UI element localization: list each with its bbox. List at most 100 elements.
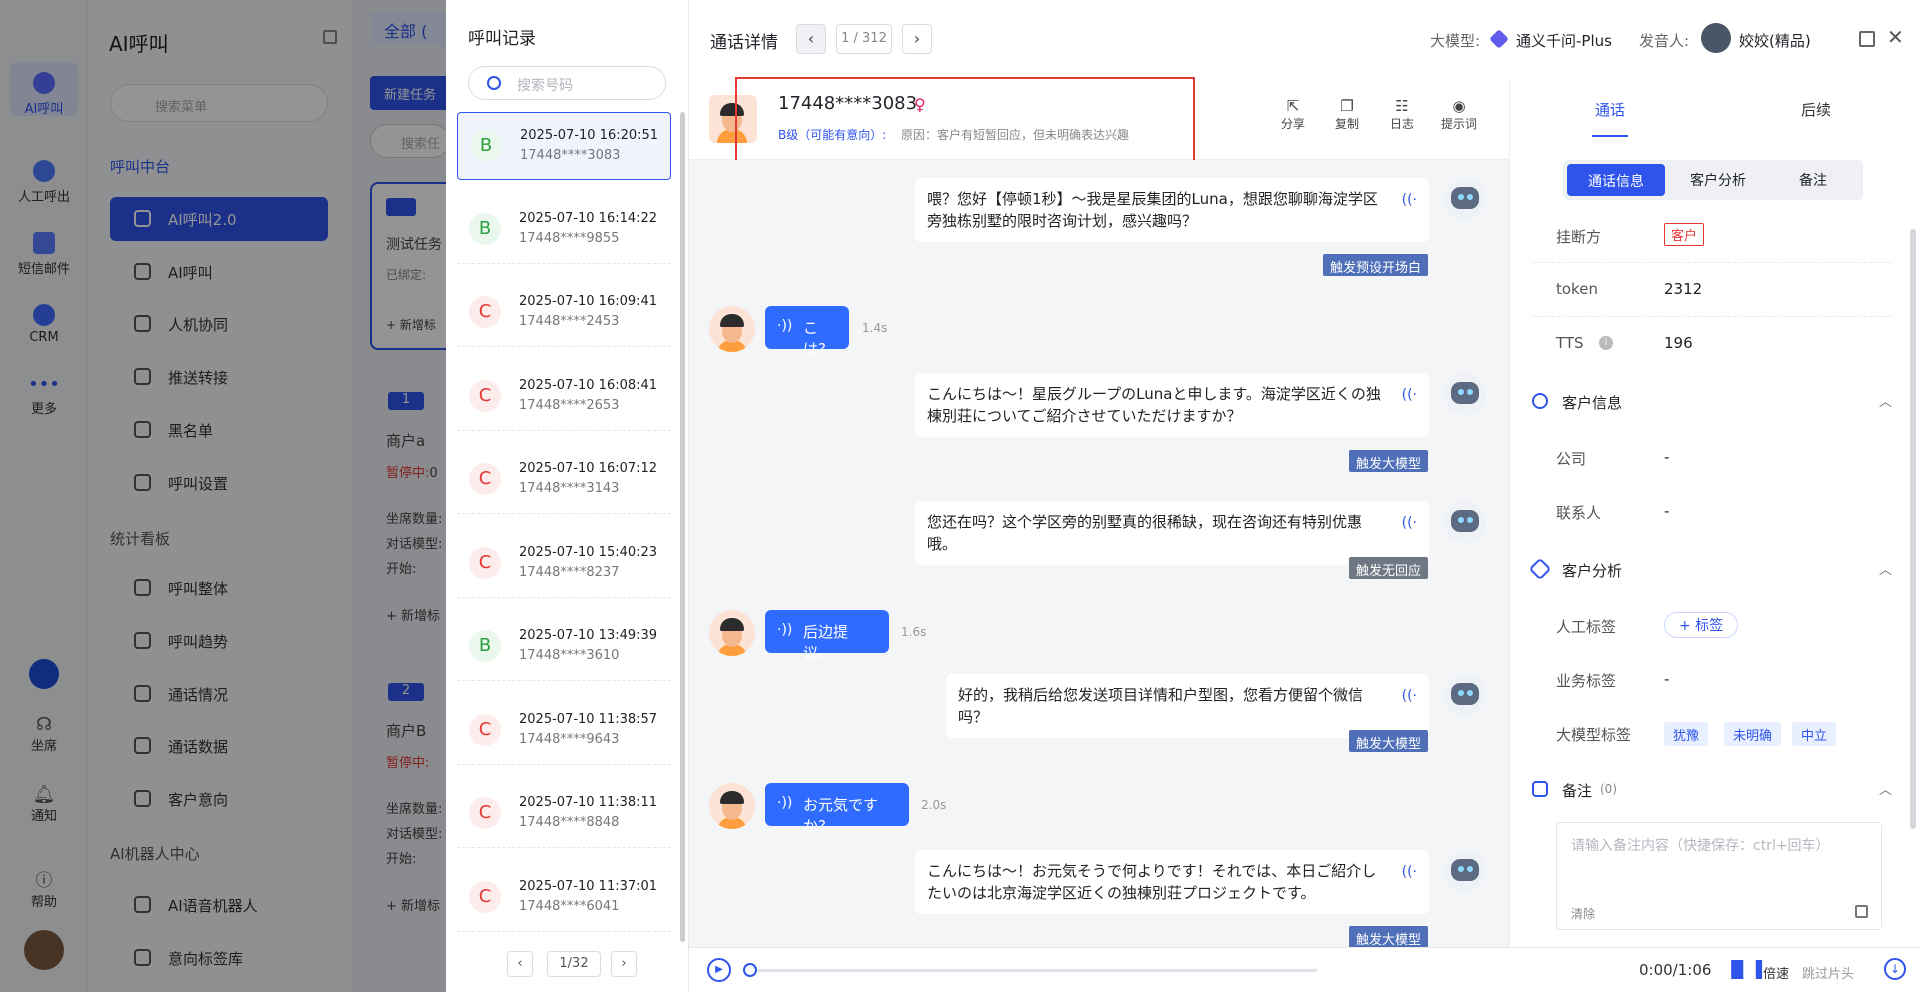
model-label: 大模型: [1430, 32, 1481, 50]
call-info-panel: 通话 后续 通话信息 客户分析 备注 挂断方 客户 token 2312 TTS i 1… [1509, 79, 1920, 947]
play-audio-icon[interactable]: ((· [1402, 861, 1417, 883]
expand-icon[interactable] [1859, 31, 1875, 47]
llm-tag-chip: 犹豫 [1664, 722, 1709, 746]
subtab-group: 通话信息 客户分析 备注 [1563, 160, 1863, 200]
chevron-up-icon[interactable]: ︿ [1879, 391, 1892, 410]
download-icon[interactable]: ↓ [1884, 958, 1906, 980]
play-audio-icon[interactable]: ((· [1402, 384, 1417, 406]
add-tag-button[interactable]: + 标签 [1664, 612, 1739, 638]
manual-tag-row: 人工标签 + 标签 [1532, 599, 1892, 653]
call-list-item[interactable]: B 2025-07-10 16:20:51 17448****3083 [457, 112, 671, 180]
log-action[interactable]: ☷ 日志 [1382, 97, 1422, 132]
grade-badge: C [469, 379, 501, 412]
company-row: 公司 - [1556, 448, 1670, 468]
model-value[interactable]: 通义千问-Plus [1516, 30, 1612, 51]
chevron-up-icon[interactable]: ︿ [1879, 779, 1892, 798]
customer-message: ·)) こは? [765, 306, 849, 358]
next-call-button[interactable]: › [902, 24, 932, 54]
tts-row: TTS i 196 [1556, 334, 1693, 352]
notepad-icon [1532, 781, 1548, 797]
call-time: 2025-07-10 16:08:41 [519, 377, 658, 393]
grade-badge: C [469, 546, 501, 579]
conversation-area[interactable]: 喂？您好【停顿1秒】～我是星辰集团的Luna，想跟您聊聊海淀学区旁独栋别墅的限时… [689, 160, 1509, 948]
tab-call[interactable]: 通话 [1595, 99, 1625, 120]
grade-badge: C [469, 463, 501, 495]
call-phone: 17448****3083 [520, 148, 621, 163]
speaker-value[interactable]: 姣姣(精品) [1739, 30, 1811, 51]
copy-action[interactable]: ❐ 复制 [1327, 97, 1367, 132]
save-icon[interactable] [1855, 905, 1868, 918]
call-phone: 17448****6041 [519, 898, 620, 914]
play-icon[interactable]: ▶ [707, 958, 731, 982]
customer-message: ·)) お元気ですか? [765, 783, 909, 835]
play-audio-icon[interactable]: ·)) [777, 795, 792, 811]
notes-section[interactable]: 备注 (0) ︿ [1532, 767, 1892, 813]
speaker-avatar [1701, 23, 1731, 53]
call-phone: 17448****8848 [519, 815, 620, 830]
trigger-tag: 触发无回应 [1349, 557, 1429, 579]
player-time: 0:00/1:06 [1639, 961, 1712, 979]
call-time: 2025-07-10 16:07:12 [519, 461, 658, 476]
next-page-button[interactable]: › [611, 951, 637, 977]
call-list-item[interactable]: C 2025-07-10 16:09:41 17448****2453 [457, 279, 671, 347]
copy-icon: ❐ [1340, 97, 1354, 115]
subtab-call-info[interactable]: 通话信息 [1567, 164, 1665, 196]
speed-button[interactable]: 倍速 [1763, 963, 1789, 982]
audio-duration: 2.0s [921, 798, 947, 812]
customer-avatar [709, 783, 755, 829]
play-audio-icon[interactable]: ·)) [777, 622, 792, 638]
grade-badge: C [469, 880, 501, 913]
clear-button[interactable]: 清除 [1571, 905, 1595, 922]
subtab-customer-analysis[interactable]: 客户分析 [1673, 170, 1763, 190]
trigger-tag: 触发大模型 [1349, 730, 1429, 752]
call-list-item[interactable]: C 2025-07-10 11:38:57 17448****9643 [457, 697, 671, 765]
call-list-item[interactable]: B 2025-07-10 13:49:39 17448****3610 [457, 613, 671, 681]
prev-call-button[interactable]: ‹ [796, 24, 826, 54]
call-list-item[interactable]: C 2025-07-10 16:08:41 17448****2653 [457, 363, 671, 431]
call-phone: 17448****2453 [519, 314, 620, 329]
call-time: 2025-07-10 11:37:01 [519, 878, 658, 894]
call-list-item[interactable]: C 2025-07-10 11:38:11 17448****8848 [457, 780, 671, 848]
play-audio-icon[interactable]: ·)) [777, 318, 792, 334]
tab-followup[interactable]: 后续 [1801, 99, 1831, 120]
skip-intro-button[interactable]: 跳过片头 [1802, 963, 1854, 982]
play-audio-icon[interactable]: ((· [1402, 189, 1417, 211]
prev-page-button[interactable]: ‹ [507, 951, 533, 977]
speaker-label: 发音人: [1639, 32, 1690, 50]
chevron-up-icon[interactable]: ︿ [1879, 559, 1892, 578]
trigger-tag: 触发大模型 [1349, 450, 1429, 472]
share-action[interactable]: ⇱ 分享 [1273, 97, 1313, 132]
call-time: 2025-07-10 11:38:57 [519, 711, 658, 727]
robot-avatar [1444, 373, 1486, 415]
close-icon[interactable]: ✕ [1887, 25, 1904, 49]
phone-search-input[interactable]: 搜索号码 [468, 66, 666, 100]
info-icon[interactable]: i [1599, 336, 1613, 350]
tag-icon [1528, 557, 1552, 581]
prompt-action[interactable]: ◉ 提示词 [1434, 97, 1484, 132]
tab-active-indicator [1592, 135, 1628, 137]
call-list-item[interactable]: C 2025-07-10 15:40:23 17448****8237 [457, 530, 671, 598]
call-phone: 17448****8237 [519, 564, 620, 580]
call-list-item[interactable]: C 2025-07-10 16:07:12 17448****3143 [457, 446, 671, 514]
llm-tag-chip: 中立 [1792, 722, 1837, 746]
scrollbar[interactable] [1910, 229, 1916, 829]
user-icon [1532, 393, 1548, 409]
progress-track[interactable] [757, 969, 1317, 972]
bot-message: 您还在吗？这个学区旁的别墅真的很稀缺，现在咨询还有特别优惠哦。 ((· [915, 501, 1429, 565]
notes-textarea[interactable]: 请输入备注内容（快捷保存：ctrl+回车） 清除 [1556, 822, 1882, 930]
customer-info-section[interactable]: 客户信息 ︿ [1532, 379, 1892, 425]
detail-title: 通话详情 [710, 33, 778, 53]
call-phone: 17448****2653 [519, 397, 620, 413]
share-icon: ⇱ [1286, 97, 1300, 115]
robot-avatar [1444, 850, 1486, 892]
page-indicator: 1/32 [547, 951, 601, 977]
scrollbar[interactable] [680, 112, 685, 942]
call-list-item[interactable]: B 2025-07-10 16:14:22 17448****9855 [457, 196, 671, 264]
progress-handle[interactable] [743, 963, 757, 977]
call-phone: 17448****9643 [519, 731, 620, 747]
customer-analysis-section[interactable]: 客户分析 ︿ [1528, 547, 1892, 593]
call-list-item[interactable]: C 2025-07-10 11:37:01 17448****6041 [457, 864, 671, 932]
play-audio-icon[interactable]: ((· [1402, 512, 1417, 534]
subtab-notes[interactable]: 备注 [1768, 170, 1858, 190]
play-audio-icon[interactable]: ((· [1402, 685, 1417, 707]
